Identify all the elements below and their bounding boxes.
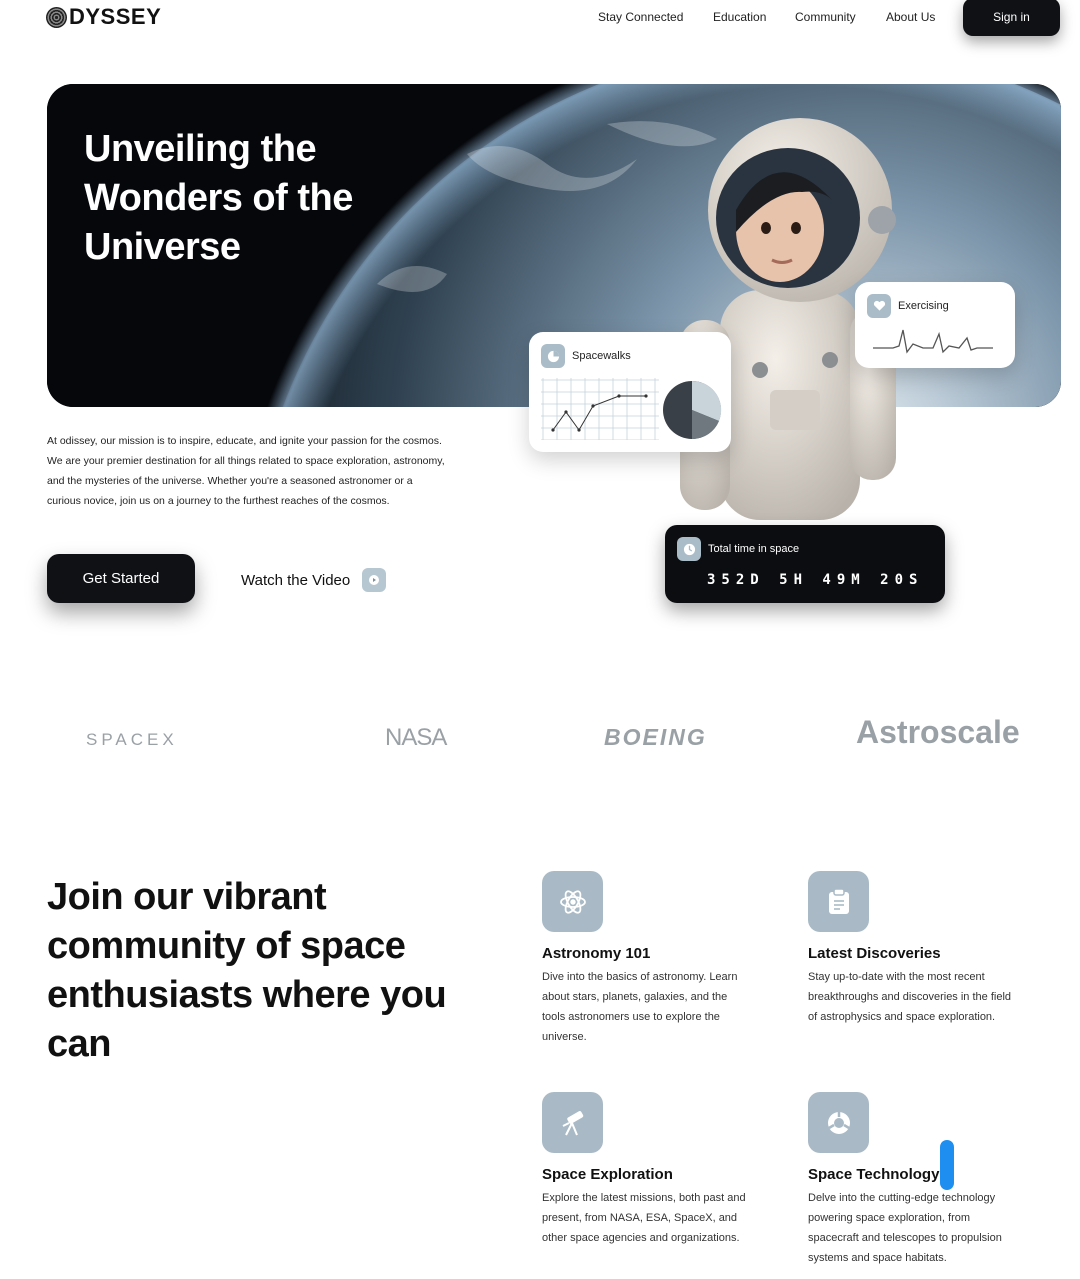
feature-title: Space Exploration	[542, 1166, 673, 1183]
exercising-label: Exercising	[898, 300, 949, 312]
nav-stay-connected[interactable]: Stay Connected	[598, 10, 683, 24]
spacewalks-pie-chart	[663, 380, 722, 440]
feature-title: Space Technology	[808, 1166, 940, 1183]
clock-icon	[677, 537, 701, 561]
feature-space-exploration[interactable]: Space Exploration Explore the latest mis…	[542, 1092, 752, 1248]
feature-title: Astronomy 101	[542, 945, 651, 962]
heartbeat-line	[873, 329, 993, 354]
telescope-icon	[542, 1092, 603, 1153]
get-started-button[interactable]: Get Started	[47, 554, 195, 603]
exercising-card: Exercising	[855, 282, 1015, 368]
feature-title: Latest Discoveries	[808, 945, 941, 962]
feature-desc: Explore the latest missions, both past a…	[542, 1192, 746, 1244]
atom-icon	[542, 871, 603, 932]
partner-spacex-logo: SPACEX	[86, 730, 178, 749]
brand-logo[interactable]: DYSSEY	[46, 4, 161, 30]
hero-title: Unveiling the Wonders of the Universe	[84, 128, 353, 268]
partner-astroscale-logo: Astroscale	[856, 714, 1020, 750]
partner-boeing-logo: BOEING	[604, 724, 707, 750]
nav-education[interactable]: Education	[713, 10, 766, 24]
feature-latest-discoveries[interactable]: Latest Discoveries Stay up-to-date with …	[808, 871, 1018, 1027]
brand-name: DYSSEY	[69, 4, 162, 29]
spacewalks-card: Spacewalks	[529, 332, 731, 452]
signin-button[interactable]: Sign in	[963, 0, 1060, 36]
clipboard-icon	[808, 871, 869, 932]
watch-video-button[interactable]: Watch the Video	[241, 568, 387, 592]
feature-space-technology[interactable]: Space Technology Delve into the cutting-…	[808, 1092, 1018, 1268]
feature-desc: Stay up-to-date with the most recent bre…	[808, 971, 1012, 1023]
spacewalks-line-chart	[541, 378, 659, 440]
nav-community[interactable]: Community	[795, 10, 856, 24]
spacewalks-label: Spacewalks	[572, 350, 631, 362]
watch-video-label: Watch the Video	[241, 571, 351, 589]
logo-o-icon	[46, 6, 67, 28]
feature-desc: Dive into the basics of astronomy. Learn…	[542, 971, 738, 1043]
feature-desc: Delve into the cutting-edge technology p…	[808, 1192, 1002, 1264]
chip-icon	[808, 1092, 869, 1153]
pie-chart-icon	[541, 344, 565, 368]
heart-icon	[867, 294, 891, 318]
nav-about-us[interactable]: About Us	[886, 10, 935, 24]
partner-nasa-logo: NASA	[385, 724, 447, 751]
total-time-label: Total time in space	[708, 543, 800, 555]
community-heading: Join our vibrant community of space enth…	[47, 876, 447, 1065]
hero-intro-text: At odissey, our mission is to inspire, e…	[47, 435, 445, 507]
total-time-card: Total time in space 352D 5H 49M 20S	[665, 525, 945, 603]
feature-astronomy-101[interactable]: Astronomy 101 Dive into the basics of as…	[542, 871, 752, 1047]
highlight-marker	[940, 1140, 954, 1190]
total-time-value: 352D 5H 49M 20S	[707, 572, 924, 588]
play-icon	[362, 568, 387, 592]
